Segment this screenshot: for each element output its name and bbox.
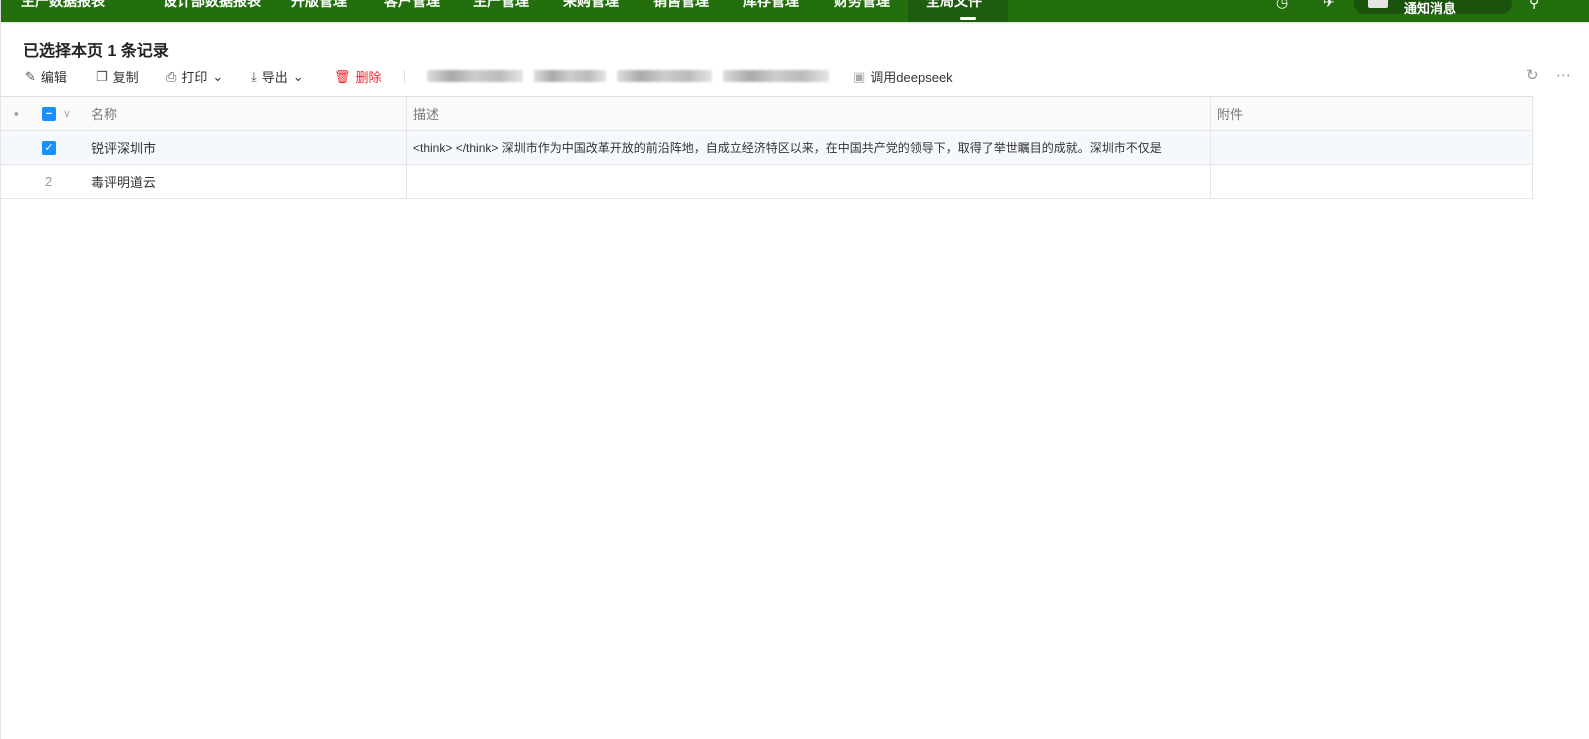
more-icon[interactable]: ⋯ [1556, 66, 1571, 84]
search-icon[interactable]: ⚲ [1529, 0, 1539, 11]
copy-button[interactable]: ❐ 复制 [96, 68, 139, 86]
nav-item[interactable]: 开版管理 [291, 0, 347, 11]
notice-icon [1368, 0, 1388, 8]
export-button[interactable]: ⤓ 导出 ⌄ [251, 68, 304, 86]
cell-desc[interactable]: <think> </think> 深圳市作为中国改革开放的前沿阵地，自成立经济特… [407, 131, 1211, 164]
nav-item[interactable]: 设计部数据报表 [163, 0, 261, 11]
nav-active-indicator [960, 17, 976, 20]
cell-name[interactable]: 毒评明道云 [81, 165, 407, 198]
nav-item[interactable]: 销售管理 [653, 0, 709, 11]
pencil-icon: ✎ [25, 68, 36, 84]
select-all-checkbox[interactable]: − [42, 106, 56, 121]
chevron-down-icon: ⌄ [212, 68, 224, 84]
nav-item[interactable]: 生产数据报表 [21, 0, 105, 11]
edit-label: 编辑 [40, 70, 67, 85]
cell-attach[interactable] [1211, 165, 1533, 198]
export-label: 导出 [261, 70, 288, 85]
robot-icon: ▣ [853, 68, 866, 84]
table-header: ▪ − ∨ 名称 描述 附件 [1, 97, 1533, 131]
nav-item[interactable]: 库存管理 [743, 0, 799, 11]
print-button[interactable]: ⎙ 打印 ⌄ [166, 68, 224, 86]
nav-item[interactable]: 客户管理 [384, 0, 440, 11]
download-icon: ⤓ [251, 68, 257, 84]
save-icon[interactable]: ▪ [14, 106, 19, 121]
delete-button[interactable]: 🗑 删除 [334, 68, 382, 86]
delete-label: 删除 [355, 70, 382, 85]
header-desc[interactable]: 描述 [407, 97, 1211, 130]
table-row[interactable]: 2 毒评明道云 [1, 165, 1533, 199]
redacted-button[interactable] [617, 70, 712, 82]
cell-attach[interactable] [1211, 131, 1533, 164]
cell-desc[interactable] [407, 165, 1211, 198]
row-checkbox[interactable]: ✓ [42, 140, 56, 155]
chevron-down-icon[interactable]: ∨ [63, 107, 71, 120]
row-index: 2 [45, 174, 53, 189]
printer-icon: ⎙ [166, 68, 177, 84]
redacted-button[interactable] [427, 70, 523, 82]
redacted-button[interactable] [534, 70, 606, 82]
chevron-down-icon: ⌄ [292, 68, 304, 84]
toolbar-divider [404, 70, 405, 83]
pin-icon[interactable]: ✈ [1323, 0, 1335, 11]
copy-icon: ❐ [96, 68, 108, 84]
redacted-button[interactable] [723, 70, 829, 82]
deepseek-label: 调用deepseek [870, 70, 953, 85]
copy-label: 复制 [112, 70, 139, 85]
print-label: 打印 [181, 70, 208, 85]
top-nav: 生产数据报表 设计部数据报表 开版管理 客户管理 生产管理 采购管理 销售管理 … [1, 0, 1589, 22]
nav-item[interactable]: 生产管理 [473, 0, 529, 11]
cell-name[interactable]: 锐评深圳市 [81, 131, 407, 164]
nav-item[interactable]: 财务管理 [834, 0, 890, 11]
records-table: ▪ − ∨ 名称 描述 附件 ✓ 锐评深圳市 <think> </think> 深圳… [1, 96, 1533, 199]
deepseek-button[interactable]: ▣ 调用deepseek [853, 68, 953, 86]
clock-icon[interactable]: ◷ [1276, 0, 1288, 11]
notice-button[interactable]: 通知消息 [1354, 0, 1512, 16]
header-attach[interactable]: 附件 [1211, 97, 1533, 130]
edit-button[interactable]: ✎ 编辑 [25, 68, 67, 86]
header-name[interactable]: 名称 [81, 97, 407, 130]
table-row[interactable]: ✓ 锐评深圳市 <think> </think> 深圳市作为中国改革开放的前沿阵… [1, 131, 1533, 165]
trash-icon: 🗑 [334, 68, 351, 84]
notice-label: 通知消息 [1404, 1, 1457, 16]
refresh-icon[interactable]: ↻ [1526, 66, 1539, 84]
page-title: 已选择本页 1 条记录 [23, 43, 169, 60]
nav-item-active[interactable]: 全局文件 [926, 0, 982, 11]
nav-item[interactable]: 采购管理 [563, 0, 619, 11]
